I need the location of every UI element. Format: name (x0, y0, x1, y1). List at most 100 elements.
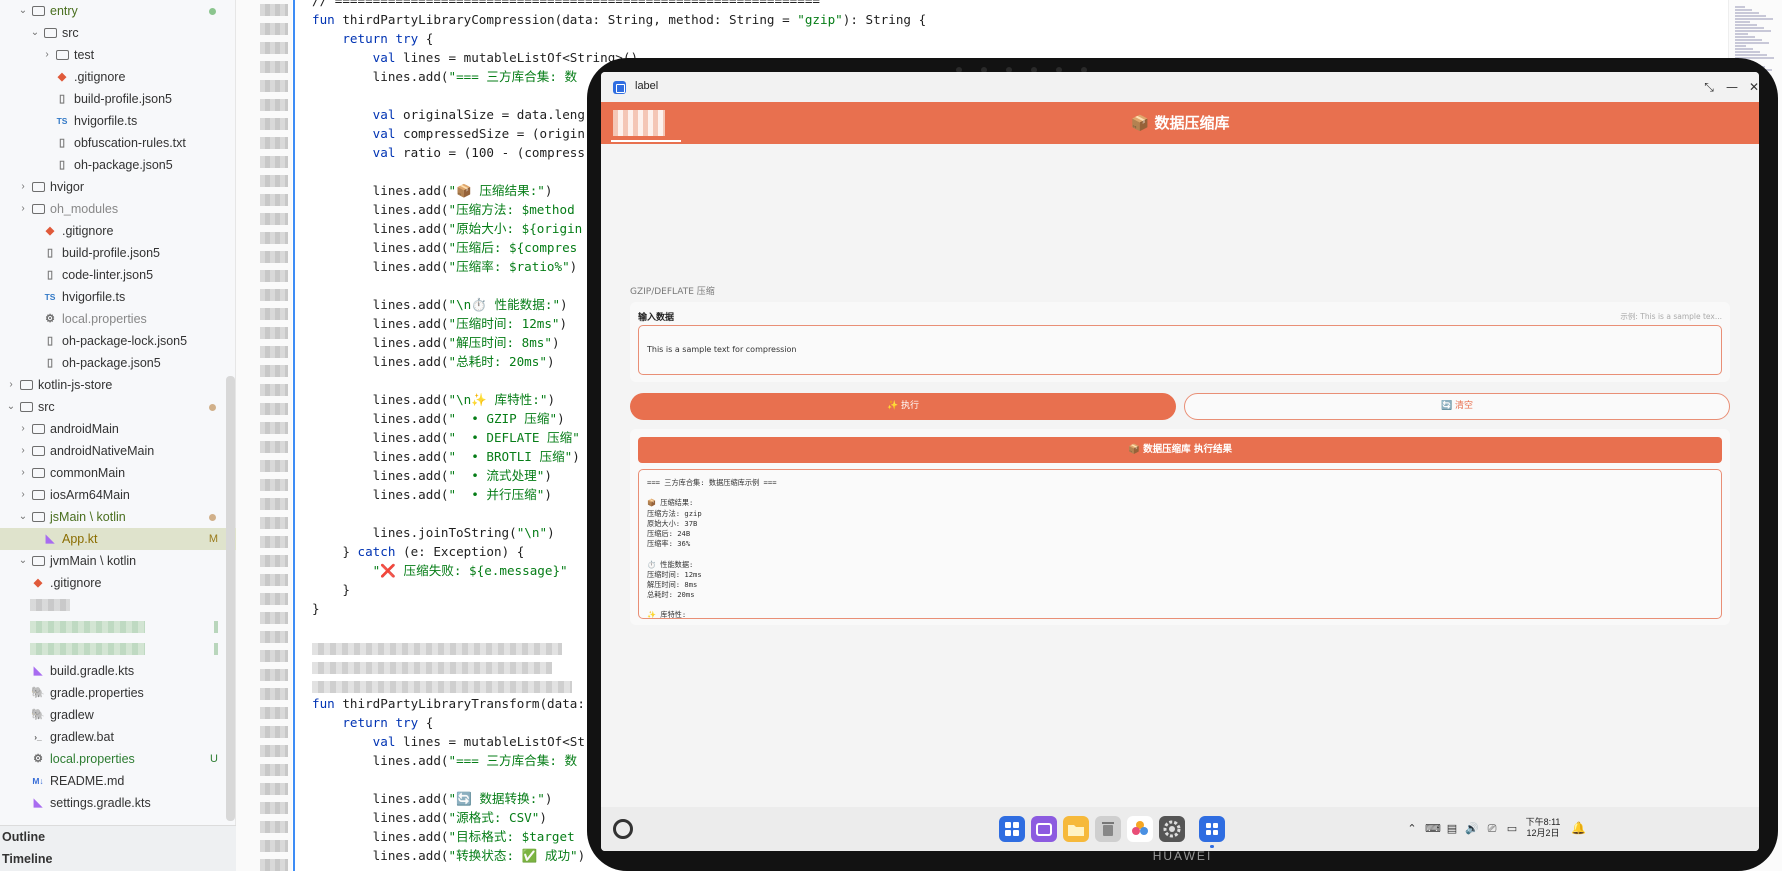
tree-item[interactable]: › test (0, 44, 236, 66)
tree-item-label: build.gradle.kts (50, 664, 135, 678)
restore-icon[interactable]: ⤡ (1699, 78, 1719, 96)
chevron-right-icon[interactable]: › (42, 44, 52, 66)
clear-button[interactable]: 🔄 清空 (1184, 393, 1730, 420)
result-output[interactable]: === 三方库合集: 数据压缩库示例 === 📦 压缩结果: 压缩方法: gzip 原… (638, 469, 1722, 619)
tree-item[interactable]: › androidMain (0, 418, 236, 440)
tree-item[interactable]: ◆ .gitignore (0, 66, 236, 88)
tree-item[interactable] (0, 638, 236, 660)
chevron-down-icon[interactable]: ⌄ (18, 0, 28, 22)
tree-item[interactable]: › hvigor (0, 176, 236, 198)
execute-button[interactable]: ✨ 执行 (630, 393, 1176, 420)
tree-item[interactable]: ⚙ local.properties U (0, 748, 236, 770)
line-number (260, 479, 288, 491)
tree-item[interactable]: ⚙ local.properties (0, 308, 236, 330)
tree-item[interactable]: ⌄ jvmMain \ kotlin (0, 550, 236, 572)
chevron-right-icon[interactable]: › (18, 176, 28, 198)
tree-item[interactable]: › commonMain (0, 462, 236, 484)
clock[interactable]: 下午8:11 12月2日 (1521, 817, 1565, 839)
tree-item[interactable]: ◣ App.kt M (0, 528, 236, 550)
tray-expand-icon[interactable]: ⌃ (1405, 822, 1419, 835)
sidebar-scrollbar[interactable] (226, 376, 235, 821)
multitask-icon[interactable] (1031, 816, 1057, 842)
gallery-icon[interactable] (1127, 816, 1153, 842)
folder-shape (19, 402, 33, 412)
tree-item[interactable] (0, 616, 236, 638)
tree-item[interactable]: ⌄ src (0, 22, 236, 44)
tree-item-label: test (74, 48, 95, 62)
line-number (260, 232, 288, 244)
chevron-right-icon[interactable]: › (18, 418, 28, 440)
tree-item[interactable]: ▯ code-linter.json5 (0, 264, 236, 286)
chevron-down-icon[interactable]: ⌄ (18, 506, 28, 528)
chevron-down-icon[interactable]: ⌄ (30, 22, 40, 44)
result-line (647, 488, 1713, 498)
app-header: 📦 数据压缩库 (601, 102, 1759, 144)
folder-icon (30, 462, 46, 486)
settings-icon[interactable] (1159, 816, 1185, 842)
tree-item[interactable]: ▯ build-profile.json5 (0, 242, 236, 264)
tree-item[interactable]: TS hvigorfile.ts (0, 286, 236, 308)
tree-item[interactable]: ◆ .gitignore (0, 220, 236, 242)
tree-item[interactable]: ◆ .gitignore (0, 572, 236, 594)
window-titlebar[interactable]: label ⤡ — ✕ (601, 72, 1759, 102)
result-line: 📦 压缩结果: (647, 498, 694, 508)
volume-icon[interactable]: 🔊 (1465, 822, 1479, 835)
tree-item[interactable]: ▯ obfuscation-rules.txt (0, 132, 236, 154)
chevron-down-icon[interactable]: ⌄ (6, 396, 16, 418)
change-dot-icon (209, 514, 216, 521)
trash-icon[interactable] (1095, 816, 1121, 842)
tree-item[interactable]: › oh_modules (0, 198, 236, 220)
tree-item[interactable]: › kotlin-js-store (0, 374, 236, 396)
folder-icon (30, 176, 46, 200)
tree-item[interactable]: ›_ gradlew.bat (0, 726, 236, 748)
editor-gutter (236, 0, 292, 871)
files-icon[interactable] (1063, 816, 1089, 842)
tree-item[interactable]: ⌄ jsMain \ kotlin (0, 506, 236, 528)
tree-item[interactable]: › iosArm64Main (0, 484, 236, 506)
chevron-down-icon[interactable]: ⌄ (18, 550, 28, 572)
timeline-panel-tab[interactable]: Timeline (0, 848, 236, 870)
tree-item-label: src (38, 400, 55, 414)
battery-icon[interactable]: ▭ (1505, 822, 1519, 835)
tree-item[interactable]: ⌄ src (0, 396, 236, 418)
chevron-right-icon[interactable]: › (18, 462, 28, 484)
tree-item[interactable]: ◣ build.gradle.kts (0, 660, 236, 682)
tree-item[interactable]: ⌄ entry (0, 0, 236, 22)
tree-item[interactable]: 🐘 gradlew (0, 704, 236, 726)
minimap-line (1735, 30, 1771, 32)
display-icon[interactable]: ⎚ (1485, 822, 1499, 836)
active-app-icon[interactable] (1199, 816, 1225, 842)
apps-icon[interactable] (999, 816, 1025, 842)
notification-bell-icon[interactable]: 🔔 (1571, 821, 1586, 835)
tree-item[interactable]: M↓ README.md (0, 770, 236, 792)
folder-shape (19, 380, 33, 390)
home-circle-icon[interactable] (613, 819, 633, 839)
tree-item[interactable]: ▯ oh-package-lock.json5 (0, 330, 236, 352)
tree-item[interactable]: TS hvigorfile.ts (0, 110, 236, 132)
input-method-icon[interactable]: ⌨ (1425, 822, 1441, 835)
minimap-line (1735, 6, 1745, 8)
minimap-line (1735, 45, 1746, 47)
close-icon[interactable]: ✕ (1744, 78, 1759, 96)
tree-item[interactable]: 🐘 gradle.properties (0, 682, 236, 704)
chevron-right-icon[interactable]: › (6, 374, 16, 396)
tree-item[interactable]: › androidNativeMain (0, 440, 236, 462)
chevron-right-icon[interactable]: › (18, 198, 28, 220)
kotlin-icon: ◣ (45, 533, 55, 545)
minimize-icon[interactable]: — (1722, 78, 1742, 96)
tree-item[interactable]: ▯ build-profile.json5 (0, 88, 236, 110)
data-input-field[interactable]: This is a sample text for compression (638, 325, 1722, 375)
tree-item[interactable]: ◣ settings.gradle.kts (0, 792, 236, 814)
tablet-screen: label ⤡ — ✕ 📦 数据压缩库 GZIP/DEFLATE 压缩 输入数据… (601, 72, 1759, 851)
notes-icon[interactable]: ▤ (1445, 822, 1459, 835)
result-line (647, 549, 1713, 559)
outline-panel-tab[interactable]: Outline (0, 826, 236, 848)
line-number (260, 764, 288, 776)
chevron-right-icon[interactable]: › (18, 440, 28, 462)
result-line: ✨ 库特性: (647, 610, 687, 619)
line-number (260, 726, 288, 738)
tree-item[interactable] (0, 594, 236, 616)
tree-item[interactable]: ▯ oh-package.json5 (0, 154, 236, 176)
chevron-right-icon[interactable]: › (18, 484, 28, 506)
tree-item[interactable]: ▯ oh-package.json5 (0, 352, 236, 374)
